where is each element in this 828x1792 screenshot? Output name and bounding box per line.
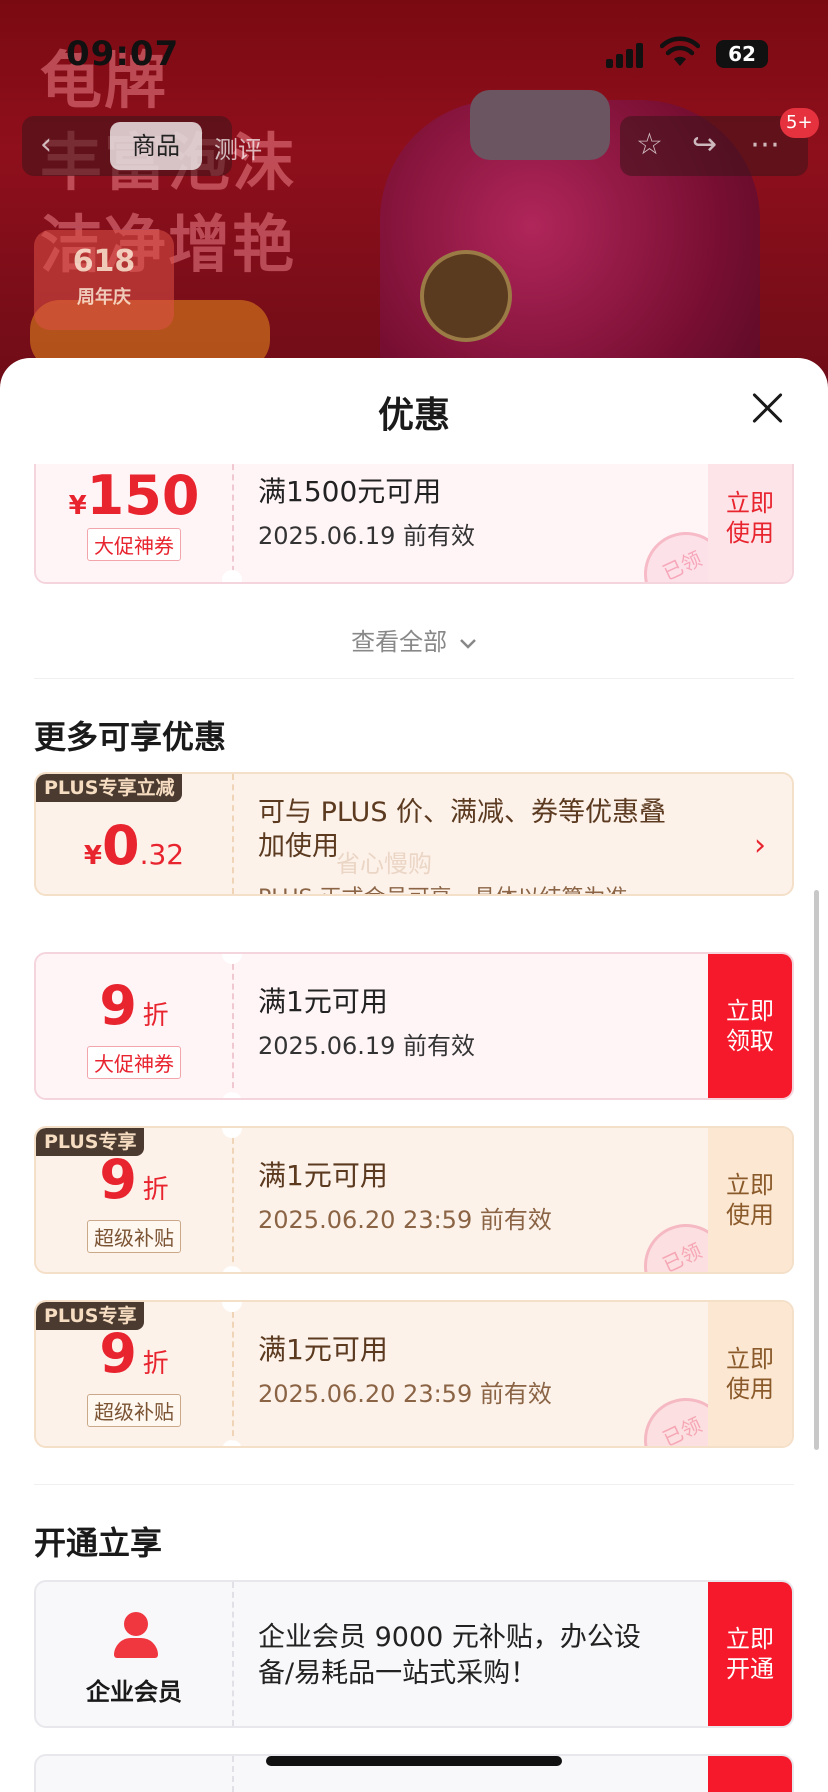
coupon-info: 满1元可用 2025.06.20 23:59 前有效 xyxy=(258,1302,658,1446)
view-all-button[interactable]: 查看全部 xyxy=(0,622,828,657)
coupon-divider xyxy=(232,1302,234,1446)
coupon-tag: 超级补贴 xyxy=(87,1220,181,1253)
coupon-tag: 大促神券 xyxy=(87,528,181,561)
coupon-card: 9 折 大促神券 满1元可用 2025.06.19 前有效 立即领取 xyxy=(34,952,794,1100)
star-icon[interactable]: ☆ xyxy=(636,128,663,162)
back-icon[interactable]: ‹ xyxy=(40,130,52,160)
coupon-amount: 150 xyxy=(86,464,200,527)
chevron-right-icon: › xyxy=(754,828,766,863)
coupon-divider xyxy=(232,1756,234,1792)
coupon-card-plus: PLUS专享 9 折 超级补贴 满1元可用 2025.06.20 23:59 前… xyxy=(34,1126,794,1274)
plus-description: 可与 PLUS 价、满减、券等优惠叠加使用 xyxy=(258,797,667,862)
discount-unit: 折 xyxy=(142,1001,169,1031)
coupon-tag: 超级补贴 xyxy=(87,1394,181,1427)
enterprise-left: 企业会员 xyxy=(36,1582,232,1726)
discount-value: 9 xyxy=(99,1322,137,1385)
coupon-notch xyxy=(222,1266,242,1272)
discount-sheet: 优惠 ¥150 大促神券 满1500元可用 2025.06.19 前有效 已领 … xyxy=(0,358,828,1792)
coupon-notch xyxy=(222,1440,242,1446)
open-now-button[interactable]: 立即开通 xyxy=(708,1582,792,1726)
coupon-card-150: ¥150 大促神券 满1500元可用 2025.06.19 前有效 已领 立即使… xyxy=(34,464,794,584)
sheet-title: 优惠 xyxy=(377,395,450,436)
watermark: 省心慢购 xyxy=(336,850,432,878)
plus-label: PLUS专享 xyxy=(36,1302,145,1330)
use-now-button[interactable]: 立即使用 xyxy=(708,1302,792,1446)
discount-unit: 折 xyxy=(142,1175,169,1205)
action-bar: ☆ ↪ ⋯ 5+ xyxy=(620,108,819,176)
coupon-divider xyxy=(232,1128,234,1272)
share-icon[interactable]: ↪ xyxy=(692,128,717,162)
user-icon xyxy=(112,1612,160,1658)
enterprise-description: 企业会员 9000 元补贴，办公设备/易耗品一站式采购！ xyxy=(258,1622,641,1689)
more-offers-title: 更多可享优惠 xyxy=(34,718,227,756)
plus-label: PLUS专享立减 xyxy=(36,774,183,802)
coupon-card-plus: PLUS专享 9 折 超级补贴 满1元可用 2025.06.20 23:59 前… xyxy=(34,1300,794,1448)
cart-badge: 5+ xyxy=(780,108,819,138)
divider xyxy=(34,1484,794,1485)
plus-reduce-card[interactable]: PLUS专享立减 ¥0.32 可与 PLUS 价、满减、券等优惠叠加使用 PLU… xyxy=(34,772,794,896)
status-bar: 09:07 62 xyxy=(0,0,828,100)
currency-symbol: ¥ xyxy=(83,841,102,871)
status-time: 09:07 xyxy=(66,34,180,74)
enterprise-member-card: 企业会员 企业会员 9000 元补贴，办公设备/易耗品一站式采购！ 立即开通 xyxy=(34,1580,794,1728)
discount-unit: 折 xyxy=(142,1349,169,1379)
brand-logo xyxy=(420,250,512,342)
discount-value: 9 xyxy=(99,1148,137,1211)
coupon-notch xyxy=(222,570,242,582)
product-bottle-cap xyxy=(470,90,610,160)
use-now-button[interactable]: 立即使用 xyxy=(708,464,792,582)
use-now-button[interactable]: 立即使用 xyxy=(708,1128,792,1272)
coupon-tag: 大促神券 xyxy=(87,1046,181,1079)
coupon-validity: 2025.06.19 前有效 xyxy=(258,522,476,550)
chevron-down-icon xyxy=(459,639,476,649)
coupon-info: 满1元可用 2025.06.19 前有效 xyxy=(258,954,658,1098)
more-icon[interactable]: ⋯ xyxy=(750,128,780,162)
plus-subtext: PLUS 正式会员可享，具体以结算为准 xyxy=(258,880,628,894)
battery-icon: 62 xyxy=(716,40,768,68)
claim-now-button[interactable]: 立即领取 xyxy=(708,954,792,1098)
currency-symbol: ¥ xyxy=(68,491,87,521)
signal-icon xyxy=(606,42,646,68)
badge-text: 周年庆 xyxy=(77,287,131,308)
coupon-value: ¥150 大促神券 xyxy=(36,464,232,582)
amount-dec: .32 xyxy=(139,838,185,871)
coupon-notch xyxy=(222,1092,242,1098)
coupon-divider xyxy=(232,1582,234,1726)
coupon-validity: 2025.06.20 23:59 前有效 xyxy=(258,1380,552,1408)
coupon-condition: 满1元可用 xyxy=(258,1333,388,1366)
coupon-info: 满1500元可用 2025.06.19 前有效 xyxy=(258,464,658,582)
tab-review[interactable]: 测评 xyxy=(214,130,262,165)
coupon-validity: 2025.06.20 23:59 前有效 xyxy=(258,1206,552,1234)
amount-int: 0 xyxy=(101,814,140,877)
coupon-divider xyxy=(232,464,234,582)
discount-value: 9 xyxy=(99,974,137,1037)
page-tab-bar: ‹ 商品 xyxy=(22,116,232,176)
coupon-divider xyxy=(232,774,234,894)
wifi-icon xyxy=(660,36,700,66)
plus-label: PLUS专享 xyxy=(36,1128,145,1156)
home-indicator[interactable] xyxy=(266,1756,562,1766)
anniversary-badge: 618 周年庆 xyxy=(34,230,174,330)
next-card-action[interactable] xyxy=(708,1756,792,1792)
scrollbar[interactable] xyxy=(814,890,819,1450)
enterprise-name: 企业会员 xyxy=(86,1678,182,1706)
badge-number: 618 xyxy=(72,244,136,279)
coupon-info: 满1元可用 2025.06.20 23:59 前有效 xyxy=(258,1128,658,1272)
coupon-validity: 2025.06.19 前有效 xyxy=(258,1032,476,1060)
coupon-value: 9 折 大促神券 xyxy=(36,954,232,1098)
close-icon[interactable] xyxy=(748,388,788,428)
open-section-title: 开通立享 xyxy=(34,1524,163,1562)
divider xyxy=(34,678,794,679)
coupon-condition: 满1元可用 xyxy=(258,1159,388,1192)
coupon-condition: 满1元可用 xyxy=(258,985,388,1018)
coupon-divider xyxy=(232,954,234,1098)
coupon-condition: 满1500元可用 xyxy=(258,475,442,508)
sheet-scroll-area[interactable]: ¥150 大促神券 满1500元可用 2025.06.19 前有效 已领 立即使… xyxy=(0,464,828,1792)
view-all-label: 查看全部 xyxy=(351,628,448,656)
tab-goods[interactable]: 商品 xyxy=(110,122,202,170)
